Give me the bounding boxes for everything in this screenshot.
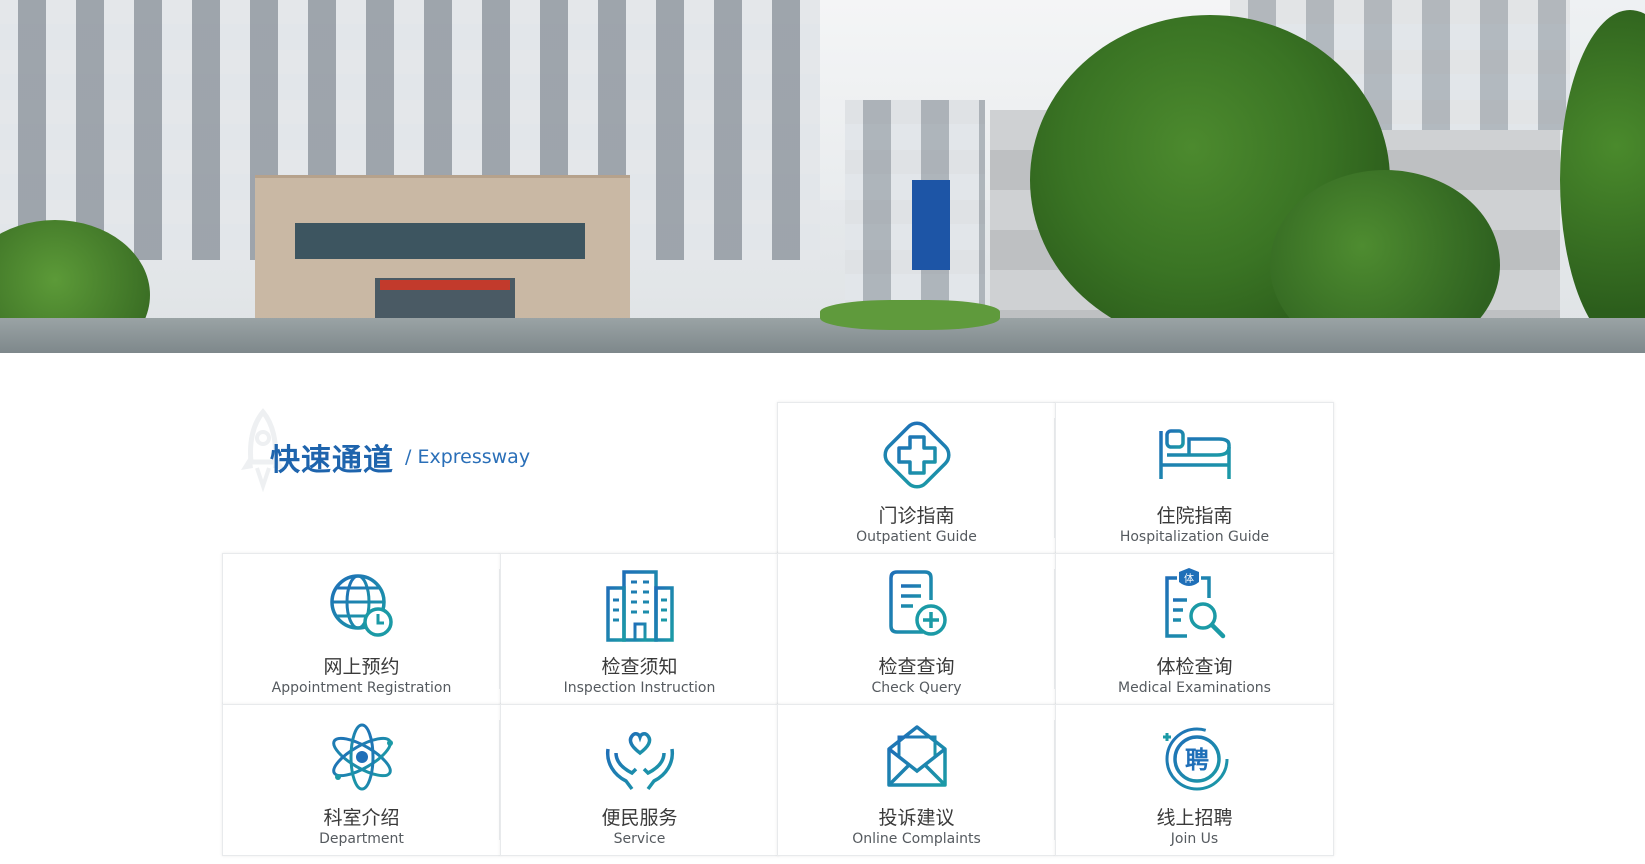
- tile-label-cn: 检查查询: [878, 656, 955, 678]
- recruit-badge: 聘: [1185, 746, 1209, 774]
- document-plus-icon: [888, 570, 947, 636]
- tile-label-cn: 体检查询: [1156, 656, 1233, 678]
- section-subtitle: / Expressway: [405, 446, 531, 468]
- tile-label-en: Service: [613, 831, 666, 847]
- tile-service[interactable]: 便民服务 Service: [500, 704, 779, 856]
- tile-hospitalization-guide[interactable]: 住院指南 Hospitalization Guide: [1055, 402, 1334, 554]
- tile-label-cn: 检查须知: [601, 656, 678, 678]
- tile-label-cn: 投诉建议: [878, 807, 955, 829]
- globe-clock-icon: [329, 574, 393, 637]
- tile-medical-examinations[interactable]: 体 体检查询 Medical Examinations: [1055, 553, 1334, 705]
- clipboard-search-icon: 体: [1164, 568, 1225, 639]
- tile-label-en: Online Complaints: [852, 831, 981, 847]
- section-header: 快速通道 / Expressway: [235, 400, 755, 510]
- tile-label-cn: 便民服务: [601, 807, 678, 829]
- tile-check-query[interactable]: 检查查询 Check Query: [777, 553, 1056, 705]
- hospital-sign: [912, 180, 950, 270]
- tile-label-en: Hospitalization Guide: [1119, 529, 1270, 545]
- envelope-icon: [886, 725, 947, 787]
- building-entrance: [255, 175, 630, 323]
- tile-label-en: Medical Examinations: [1118, 680, 1271, 696]
- section-title: 快速通道: [270, 443, 394, 478]
- hands-heart-icon: [605, 732, 674, 791]
- plaza-ground: [0, 318, 1645, 353]
- tile-department[interactable]: 科室介绍 Department: [222, 704, 501, 856]
- tile-label-cn: 科室介绍: [323, 807, 400, 829]
- tile-label-en: Appointment Registration: [271, 680, 452, 696]
- tile-label-cn: 线上招聘: [1156, 807, 1233, 829]
- recruit-badge-icon: 聘: [1162, 727, 1228, 791]
- tile-label-en: Department: [319, 831, 404, 847]
- tree-right: [1560, 10, 1645, 350]
- hospital-bed-icon: [1158, 429, 1231, 479]
- tile-label-en: Outpatient Guide: [856, 529, 977, 545]
- tile-label-en: Join Us: [1170, 831, 1219, 847]
- tile-appointment-registration[interactable]: 网上预约 Appointment Registration: [222, 553, 501, 705]
- medical-cross-icon: [882, 421, 951, 489]
- tile-join-us[interactable]: 聘 线上招聘 Join Us: [1055, 704, 1334, 856]
- tile-label-cn: 门诊指南: [878, 505, 955, 527]
- atom-icon: [331, 723, 393, 791]
- tile-label-cn: 网上预约: [323, 656, 400, 678]
- tile-label-en: Inspection Instruction: [563, 680, 716, 696]
- tile-label-cn: 住院指南: [1156, 505, 1233, 527]
- hero-banner: [0, 0, 1645, 353]
- building-icon: [605, 570, 674, 642]
- exam-badge: 体: [1184, 573, 1194, 585]
- tile-label-en: Check Query: [871, 680, 962, 696]
- tile-online-complaints[interactable]: 投诉建议 Online Complaints: [777, 704, 1056, 856]
- tile-outpatient-guide[interactable]: 门诊指南 Outpatient Guide: [777, 402, 1056, 554]
- tile-inspection-instruction[interactable]: 检查须知 Inspection Instruction: [500, 553, 779, 705]
